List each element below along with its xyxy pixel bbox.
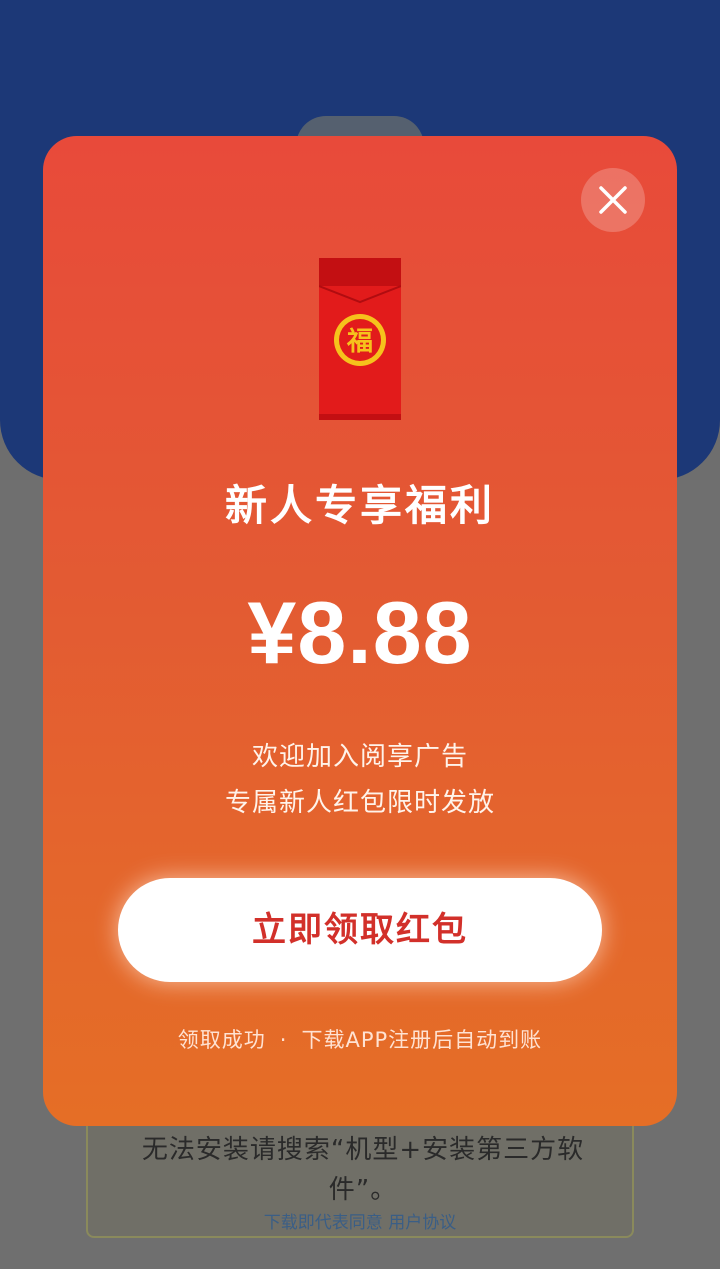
close-button[interactable] bbox=[581, 168, 645, 232]
footnote-separator: · bbox=[279, 1028, 288, 1052]
install-hint-text: 无法安装请搜索“机型+安装第三方软件”。 bbox=[141, 1135, 585, 1205]
description-line-1: 欢迎加入阅享广告 bbox=[251, 742, 468, 772]
svg-text:福: 福 bbox=[346, 327, 373, 357]
close-icon bbox=[599, 186, 627, 214]
footnote: 领取成功 · 下载APP注册后自动到账 bbox=[43, 1024, 677, 1054]
footnote-success: 领取成功 bbox=[177, 1028, 266, 1052]
description-line-2: 专属新人红包限时发放 bbox=[224, 788, 495, 818]
modal-title: 新人专享福利 bbox=[224, 481, 495, 530]
new-user-bonus-modal: 福 新人专享福利 ¥8.88 欢迎加入阅享广告 专属新人红包限时发放 立即领取红… bbox=[43, 136, 677, 1126]
claim-red-packet-button[interactable]: 立即领取红包 bbox=[118, 878, 602, 982]
bonus-amount: ¥8.88 bbox=[247, 583, 473, 682]
footnote-download-note: 下载APP注册后自动到账 bbox=[301, 1028, 543, 1052]
red-envelope-fu-icon: 福 bbox=[319, 258, 401, 420]
agreement-link[interactable]: 下载即代表同意 用户协议 bbox=[88, 1208, 632, 1233]
install-hint-box: 无法安装请搜索“机型+安装第三方软件”。 下载即代表同意 用户协议 bbox=[86, 1110, 634, 1238]
